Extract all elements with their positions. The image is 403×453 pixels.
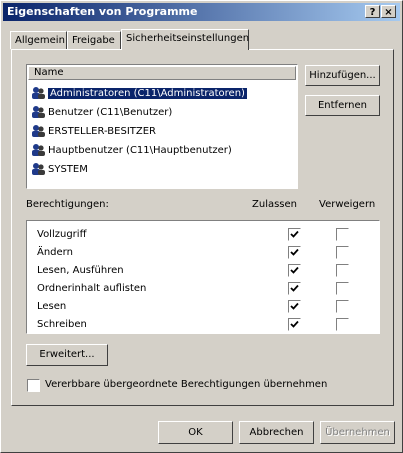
- close-button[interactable]: ×: [381, 5, 396, 18]
- inherit-label[interactable]: Vererbbare übergeordnete Berechtigungen …: [45, 379, 327, 390]
- permission-label: Ordnerinhalt auflisten: [37, 283, 147, 294]
- tab-freigabe[interactable]: Freigabe: [67, 31, 121, 49]
- title-bar[interactable]: Eigenschaften von Programme ? ×: [3, 3, 400, 21]
- cancel-button[interactable]: Abbrechen: [239, 421, 314, 444]
- allow-checkbox[interactable]: [288, 246, 301, 259]
- tab-label: Freigabe: [72, 35, 115, 46]
- permission-row: Lesen: [31, 298, 371, 316]
- user-list-item-label: ERSTELLER-BESITZER: [48, 126, 156, 137]
- user-group-icon: [30, 124, 46, 138]
- user-list-item[interactable]: ERSTELLER-BESITZER: [30, 123, 294, 140]
- user-group-icon: [30, 143, 46, 157]
- permission-label: Vollzugriff: [37, 229, 87, 240]
- allow-checkbox[interactable]: [288, 282, 301, 295]
- ok-button-label: OK: [188, 427, 203, 438]
- deny-checkbox[interactable]: [336, 300, 349, 313]
- tab-allgemein[interactable]: Allgemein: [10, 31, 67, 49]
- tab-label: Sicherheitseinstellungen: [126, 33, 250, 44]
- inherit-checkbox[interactable]: [27, 379, 40, 392]
- permission-label: Lesen: [37, 301, 67, 312]
- user-list-item[interactable]: Benutzer (C11\Benutzer): [30, 104, 294, 121]
- user-list-item-label: SYSTEM: [48, 164, 88, 175]
- permissions-listbox[interactable]: Vollzugriff Ändern Lesen, Ausführen Ordneri…: [26, 220, 380, 334]
- window-title: Eigenschaften von Programme: [7, 5, 198, 18]
- user-list-item[interactable]: SYSTEM: [30, 161, 294, 178]
- tab-sicherheitseinstellungen[interactable]: Sicherheitseinstellungen: [121, 29, 249, 50]
- permission-label: Schreiben: [37, 319, 87, 330]
- deny-checkbox[interactable]: [336, 264, 349, 277]
- security-panel: Name Administratoren (C11\Administratore…: [11, 49, 394, 406]
- permissions-label: Berechtigungen:: [26, 199, 109, 210]
- deny-column-header: Verweigern: [319, 199, 376, 210]
- user-group-icon: [30, 162, 46, 176]
- user-list-item-label: Administratoren (C11\Administratoren): [48, 88, 247, 99]
- apply-button-label: Übernehmen: [325, 427, 390, 438]
- user-list-item-label: Benutzer (C11\Benutzer): [48, 107, 173, 118]
- permission-label: Ändern: [37, 247, 73, 258]
- tab-label: Allgemein: [15, 35, 65, 46]
- permission-row: Schreiben: [31, 316, 371, 334]
- user-list-item[interactable]: Administratoren (C11\Administratoren): [30, 85, 294, 102]
- remove-button[interactable]: Entfernen: [305, 95, 380, 116]
- permission-row: Ändern: [31, 244, 371, 262]
- user-list-item[interactable]: Hauptbenutzer (C11\Hauptbenutzer): [30, 142, 294, 159]
- users-listbox[interactable]: Name Administratoren (C11\Administratore…: [26, 64, 298, 189]
- help-button[interactable]: ?: [365, 5, 380, 18]
- deny-checkbox[interactable]: [336, 318, 349, 331]
- user-group-icon: [30, 86, 46, 100]
- permission-row: Ordnerinhalt auflisten: [31, 280, 371, 298]
- permission-label: Lesen, Ausführen: [37, 265, 124, 276]
- user-group-icon: [30, 105, 46, 119]
- advanced-button-label: Erweitert...: [39, 349, 95, 360]
- properties-dialog: Eigenschaften von Programme ? × Allgemei…: [0, 0, 403, 453]
- allow-checkbox[interactable]: [288, 228, 301, 241]
- permission-row: Lesen, Ausführen: [31, 262, 371, 280]
- allow-checkbox[interactable]: [288, 264, 301, 277]
- deny-checkbox[interactable]: [336, 246, 349, 259]
- cancel-button-label: Abbrechen: [249, 427, 304, 438]
- apply-button[interactable]: Übernehmen: [320, 421, 395, 444]
- add-button-label: Hinzufügen...: [309, 70, 376, 81]
- deny-checkbox[interactable]: [336, 228, 349, 241]
- permission-row: Vollzugriff: [31, 226, 371, 244]
- ok-button[interactable]: OK: [158, 421, 233, 444]
- users-column-header[interactable]: Name: [28, 66, 296, 80]
- allow-checkbox[interactable]: [288, 300, 301, 313]
- add-button[interactable]: Hinzufügen...: [305, 65, 380, 86]
- user-list-item-label: Hauptbenutzer (C11\Hauptbenutzer): [48, 145, 232, 156]
- remove-button-label: Entfernen: [317, 100, 367, 111]
- allow-checkbox[interactable]: [288, 318, 301, 331]
- advanced-button[interactable]: Erweitert...: [26, 344, 108, 366]
- deny-checkbox[interactable]: [336, 282, 349, 295]
- allow-column-header: Zulassen: [252, 199, 298, 210]
